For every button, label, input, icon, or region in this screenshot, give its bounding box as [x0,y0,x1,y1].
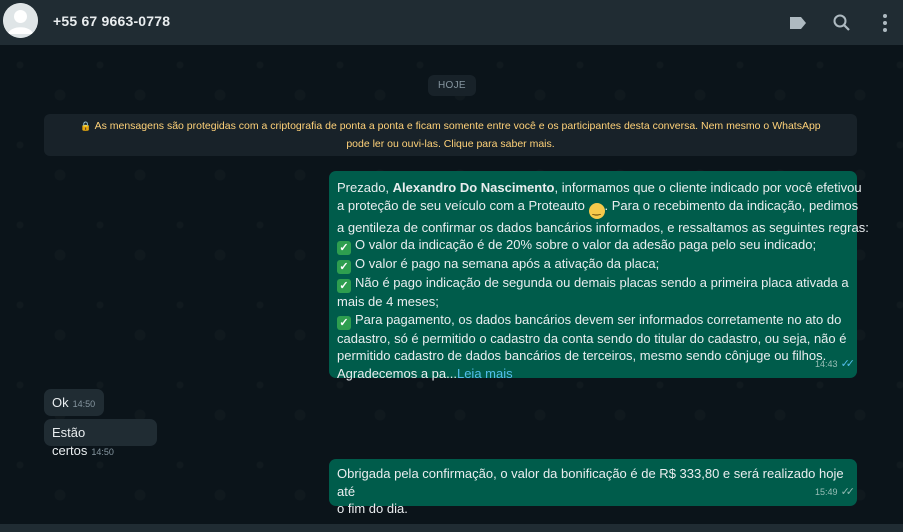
rule-text: Para pagamento, os dados bancários devem… [355,311,842,327]
message-text: Estão certos [52,425,88,458]
rule-text: cadastro, só é permitido o cadastro da c… [337,330,847,346]
message-time: 14:50 [72,399,96,409]
double-check-icon: ✓✓ [840,486,856,499]
message-line: Prezado, Alexandro Do Nascimento, inform… [337,179,862,197]
check-mark-icon: ✓ [337,241,351,256]
message-text: a proteção de seu veículo com a Proteaut… [337,197,589,213]
check-mark-icon: ✓ [337,279,351,294]
message-line: Obrigada pela confirmação, o valor da bo… [337,466,844,499]
message-text: Prezado, [337,180,393,195]
check-mark-icon: ✓ [337,260,351,275]
message-time: 14:43 [815,359,838,370]
message-time: 14:50 [91,446,114,457]
chat-header: +55 67 9663-0778 [0,0,903,45]
lock-icon: 🔒 [80,121,92,131]
message-time: 15:49 [815,487,838,498]
search-icon[interactable] [830,11,854,35]
menu-icon[interactable] [876,11,894,35]
grinning-emoji-icon: ‿ [588,202,605,219]
message-text: . Para o recebimento da indicação, pedim… [604,197,859,213]
rule-text: mais de 4 meses; [337,294,439,310]
message-text: Agradecemos a pa... [337,365,457,381]
rule-item: ✓ O valor é pago na semana após a ativaçã… [337,255,849,275]
message-line: o fim do dia. [337,501,408,517]
rule-item: ✓ Para pagamento, os dados bancários deve… [337,311,849,330]
message-line: a gentileza de confirmar os dados bancár… [337,219,869,235]
message-bubble-outgoing[interactable]: Prezado, Alexandro Do Nascimento, inform… [329,171,869,381]
rule-text: Não é pago indicação de segunda ou demai… [355,275,849,291]
encryption-notice[interactable]: 🔒 As mensagens são protegidas com a cript… [44,114,857,156]
rule-item: ✓ Não é pago indicação de segunda ou dema… [337,274,849,294]
rule-text: permitido cadastro de dados bancários de… [337,348,827,364]
message-bubble-outgoing[interactable]: Obrigada pela confirmação, o valor da bo… [329,459,857,516]
message-meta: 14:43 ✓✓ [815,356,856,374]
composer-bar[interactable] [0,524,903,532]
double-check-icon: ✓✓ [840,358,856,371]
chat-area[interactable]: HOJE 🔒 As mensagens são protegidas com a … [0,45,903,524]
message-bubble-incoming[interactable]: Estão certos 14:50 [44,419,157,458]
message-line: a proteção de seu veículo com a Proteaut… [337,197,858,219]
rule-text: O valor da indicação é de 20% sobre o va… [355,237,817,253]
recipient-name: Alexandro Do Nascimento [392,180,555,195]
message-bubble-incoming[interactable]: Ok 14:50 [44,389,104,416]
contact-name[interactable]: +55 67 9663-0778 [53,13,170,29]
rule-text: O valor é pago na semana após a ativação… [355,256,660,272]
read-more-link[interactable]: Leia mais [457,366,513,381]
encryption-text-1: As mensagens são protegidas com a cripto… [94,120,821,132]
date-chip: HOJE [428,75,476,96]
message-text: , informamos que o cliente indicado por … [554,180,862,195]
label-icon[interactable] [786,11,810,35]
avatar-icon[interactable] [3,3,38,38]
message-meta: 15:49 ✓✓ [815,484,856,502]
rule-item: ✓ O valor da indicação é de 20% sobre o v… [337,236,849,256]
message-text: Ok [52,395,69,410]
check-mark-icon: ✓ [337,315,351,330]
message-line: Agradecemos a pa...Leia mais [337,365,849,383]
encryption-text-2: pode ler ou ouvi-las. Clique para saber … [346,138,555,150]
